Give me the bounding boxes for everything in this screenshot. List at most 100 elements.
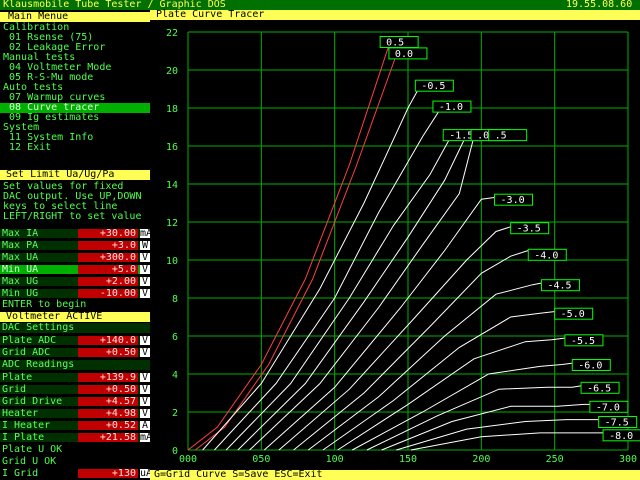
curve-label: -1.0 xyxy=(439,102,463,113)
dac-value: +140.0 xyxy=(78,336,138,346)
y-tick-label: 22 xyxy=(166,28,178,39)
curve--3.5 xyxy=(278,225,514,451)
limit-value: +2.00 xyxy=(78,277,138,287)
adc-row: I Plate +21.58 mA xyxy=(0,432,152,443)
adc-unit: V xyxy=(140,372,150,383)
curve-label: -3.0 xyxy=(501,195,525,206)
limit-value: +3.0 xyxy=(78,241,138,251)
adc-label: Grid Drive xyxy=(2,396,63,407)
curve-label: 0.5 xyxy=(386,38,404,49)
curve-label: -4.5 xyxy=(547,281,571,292)
adc-value: +139.9 xyxy=(78,373,138,383)
limit-unit: W xyxy=(140,240,150,251)
enter-hint: ENTER to begin xyxy=(2,299,87,310)
adc-unit: V xyxy=(140,408,150,419)
limit-label: Max UG xyxy=(2,276,39,287)
curve-label: -5.0 xyxy=(561,309,585,320)
adc-value: +4.57 xyxy=(78,397,138,407)
dac-label: Plate ADC xyxy=(2,335,57,346)
limit-value: +5.0 xyxy=(78,265,138,275)
y-tick-label: 6 xyxy=(172,332,178,343)
adc-label: I Plate xyxy=(2,432,45,443)
limit-label: Max UA xyxy=(2,252,39,263)
igrid-unit: uA xyxy=(140,468,153,479)
clock: 19.55.08.60 xyxy=(566,0,633,10)
limit-label: Max PA xyxy=(2,240,39,251)
plot-title: Plate Curve Tracer xyxy=(150,10,640,20)
dac-settings-header: DAC Settings xyxy=(0,323,150,333)
curve--1.5 xyxy=(225,134,453,451)
limit-row[interactable]: Max UA +300.0 V xyxy=(0,252,150,263)
limit-unit: mA xyxy=(140,228,153,239)
curve-label: -4.0 xyxy=(534,250,558,261)
curve-label: 0.0 xyxy=(395,49,413,60)
y-tick-label: 14 xyxy=(166,180,178,191)
curve-label: -6.5 xyxy=(587,383,611,394)
curve-label: -3.5 xyxy=(517,224,541,235)
help-line: LEFT/RIGHT to set value xyxy=(3,211,142,222)
status-bar: G=Grid Curve S=Save ESC=Exit xyxy=(150,470,640,480)
y-tick-label: 16 xyxy=(166,142,178,153)
limit-unit: V xyxy=(140,276,150,287)
y-tick-label: 0 xyxy=(172,446,178,457)
plate-curve-chart: 000 050 100 150 200 250 300 0 2 4 6 8 10 12 14 16 18 20 22… xyxy=(166,28,640,465)
menu-item-12[interactable]: 12 Exit xyxy=(0,143,150,153)
curve--7.5 xyxy=(396,419,604,451)
limit-value: +300.0 xyxy=(78,253,138,263)
curve-label: -5.5 xyxy=(571,336,595,347)
limit-row[interactable]: Min UG -10.00 V xyxy=(0,288,150,299)
curve-label: -0.5 xyxy=(421,81,445,92)
adc-value: +4.98 xyxy=(78,409,138,419)
adc-label: Grid xyxy=(2,384,27,395)
limit-label: Min UG xyxy=(2,288,39,299)
y-tick-label: 4 xyxy=(172,370,178,381)
curve-label: .5 xyxy=(495,131,507,142)
dac-unit: V xyxy=(140,335,150,346)
adc-value: +21.58 xyxy=(78,433,138,443)
dac-row: Grid ADC +0.50 V xyxy=(0,347,150,358)
igrid-value: +130 xyxy=(78,469,138,479)
adc-row: Heater +4.98 V xyxy=(0,408,150,419)
adc-readings-header: ADC Readings xyxy=(0,360,150,370)
adc-unit: V xyxy=(140,396,150,407)
limit-row[interactable]: Min UA +5.0 V xyxy=(0,264,150,275)
limit-unit: V xyxy=(140,252,150,263)
adc-label: Plate xyxy=(2,372,33,383)
igrid-row: I Grid +130 uA xyxy=(0,468,153,479)
voltmeter-header: Voltmeter ACTIVE xyxy=(0,312,150,322)
limit-label: Max IA xyxy=(2,228,39,239)
dac-value: +0.50 xyxy=(78,348,138,358)
x-tick-label: 300 xyxy=(619,454,637,465)
y-tick-label: 12 xyxy=(166,218,178,229)
limit-unit: V xyxy=(140,288,150,299)
limit-row[interactable]: Max PA +3.0 W xyxy=(0,240,150,251)
plate-status: Plate U OK xyxy=(2,444,63,455)
dac-label: Grid ADC xyxy=(2,347,51,358)
adc-row: Plate +139.9 V xyxy=(0,372,150,383)
limit-value: +30.00 xyxy=(78,229,138,239)
grid-status: Grid U OK xyxy=(2,456,57,467)
main-menu-header: Main Menue xyxy=(0,12,150,22)
adc-label: I Heater xyxy=(2,420,51,431)
curve--0.5 xyxy=(202,81,424,451)
x-tick-label: 150 xyxy=(399,454,417,465)
limit-value: -10.00 xyxy=(78,289,138,299)
curve-label: -8.0 xyxy=(609,431,633,442)
dac-unit: V xyxy=(140,347,150,358)
x-tick-label: 250 xyxy=(546,454,564,465)
curve-label: -7.0 xyxy=(596,402,620,413)
limit-row[interactable]: Max IA +30.00 mA xyxy=(0,228,153,239)
curve-label: -7.5 xyxy=(605,418,629,429)
title-bar: Klausmobile Tube Tester / Graphic DOS 19… xyxy=(0,0,640,10)
y-tick-label: 2 xyxy=(172,408,178,419)
x-tick-label: 000 xyxy=(179,454,197,465)
igrid-label: I Grid xyxy=(2,468,39,479)
adc-value: +0.52 xyxy=(78,421,138,431)
limit-label: Min UA xyxy=(2,264,39,275)
plot-area: 000 050 100 150 200 250 300 0 2 4 6 8 10 12 14 16 18 20 22… xyxy=(150,20,640,470)
limit-row[interactable]: Max UG +2.00 V xyxy=(0,276,150,287)
adc-unit: V xyxy=(140,384,150,395)
set-limit-header: Set Limit Ua/Ug/Pa xyxy=(0,170,150,180)
dac-row: Plate ADC +140.0 V xyxy=(0,335,150,346)
curve-label: -1.5 xyxy=(449,131,473,142)
